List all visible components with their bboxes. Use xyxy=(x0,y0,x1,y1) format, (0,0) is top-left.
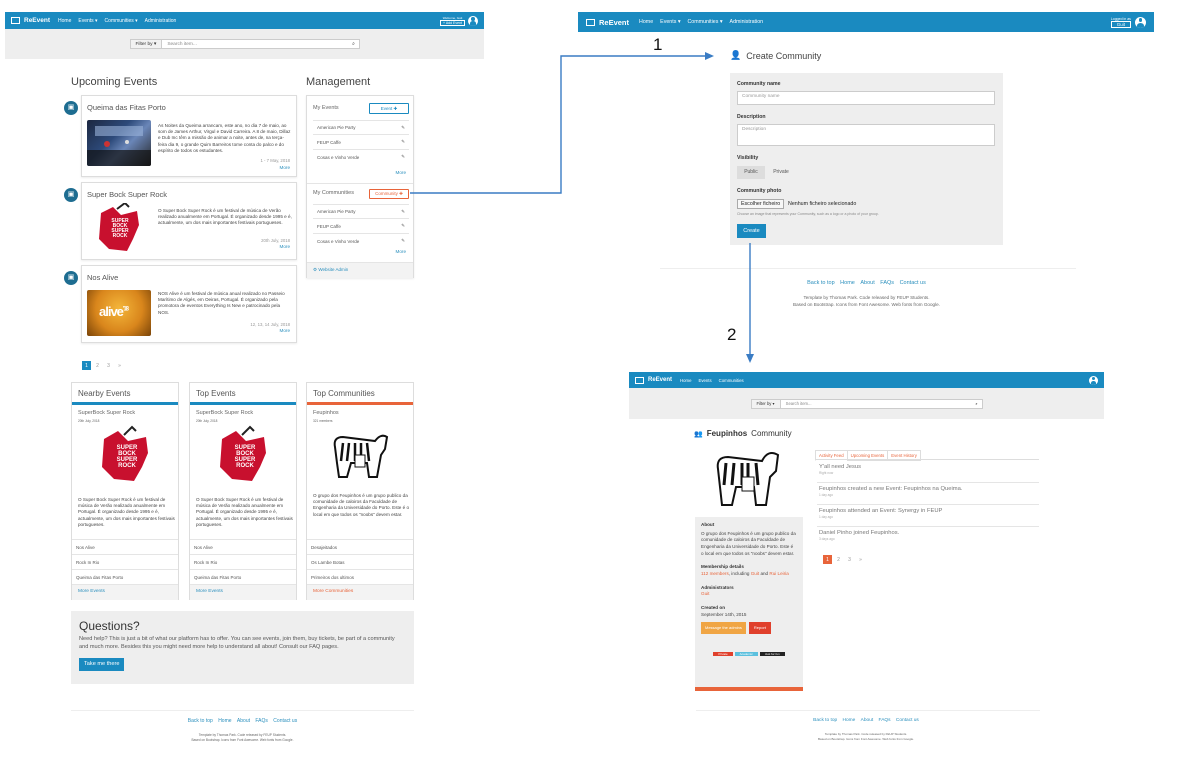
flow-arrow-1 xyxy=(410,52,754,363)
step-label-2: 2 xyxy=(727,325,737,344)
step-label-1: 1 xyxy=(653,35,663,54)
